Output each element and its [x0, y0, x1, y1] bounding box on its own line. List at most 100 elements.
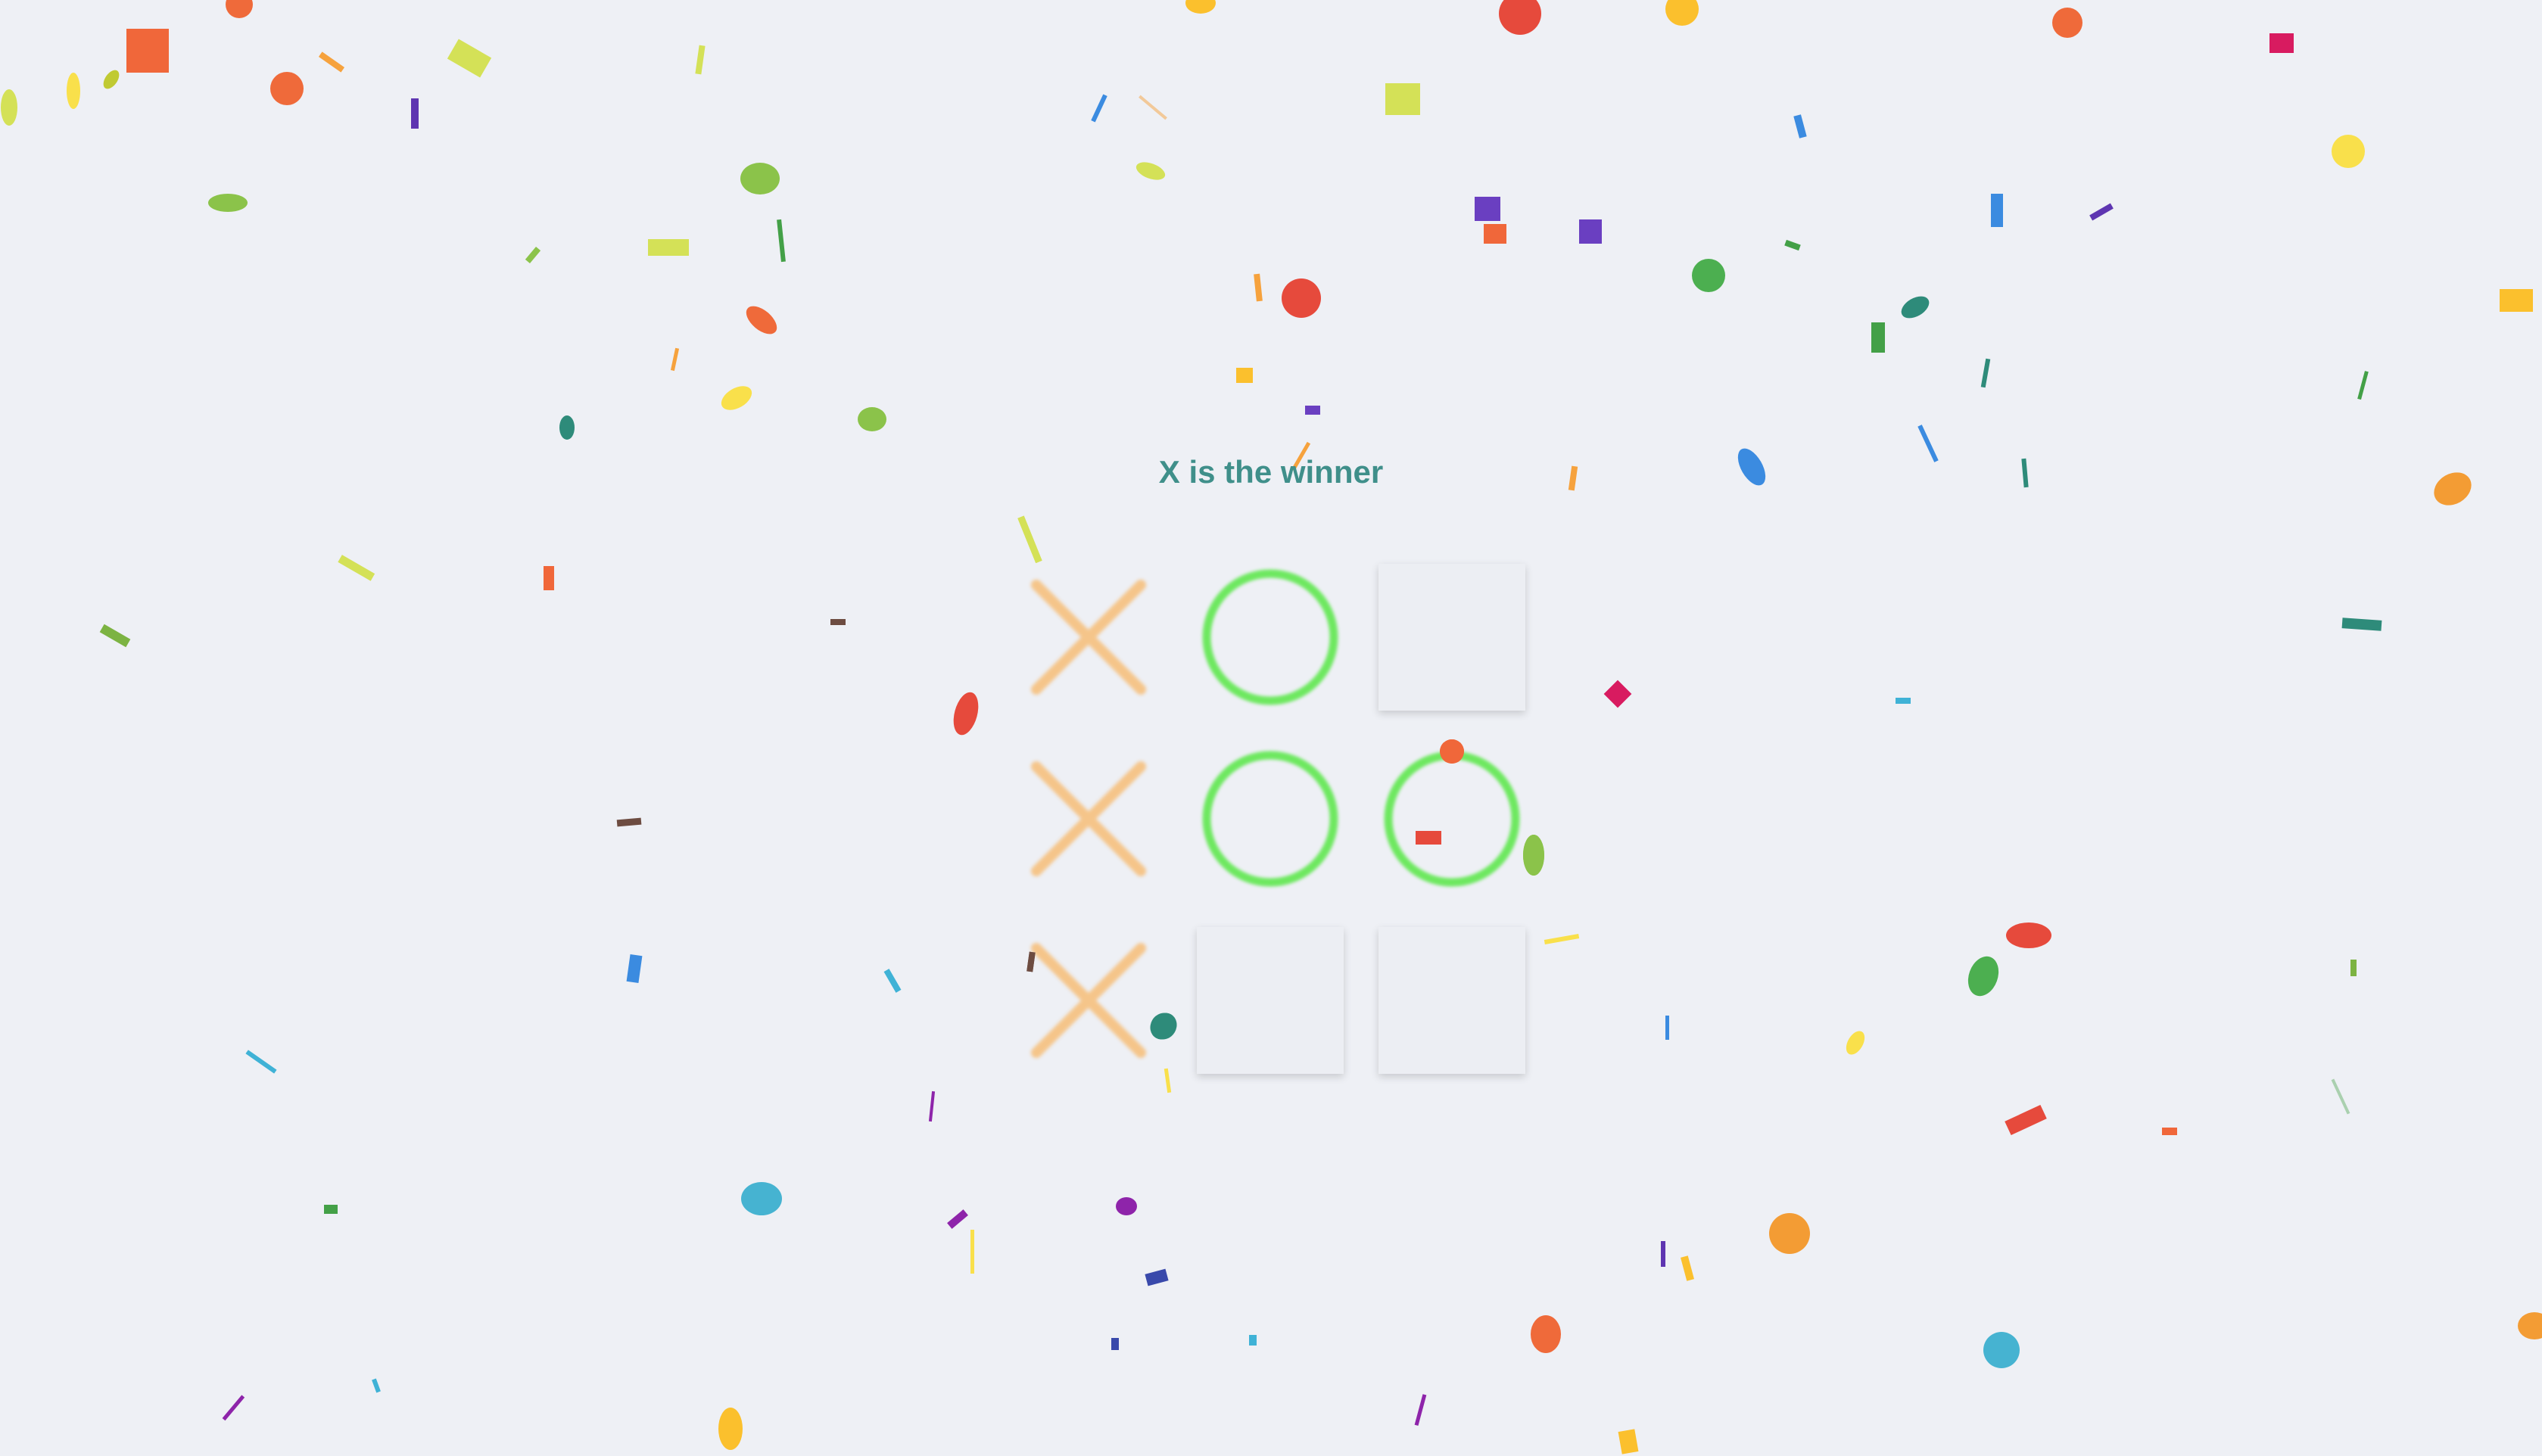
confetti-piece	[741, 1182, 782, 1215]
o-mark-icon	[1384, 751, 1520, 887]
confetti-piece	[2341, 618, 2382, 631]
winner-message: X is the winner	[1158, 454, 1384, 490]
confetti-piece	[2089, 203, 2114, 221]
confetti-piece	[928, 1090, 936, 1122]
confetti-piece	[1249, 1335, 1257, 1346]
confetti-piece	[1017, 515, 1042, 564]
confetti-piece	[525, 247, 541, 263]
confetti-piece	[559, 415, 575, 440]
board-cell-r1-c1[interactable]	[1015, 564, 1162, 711]
confetti-piece	[2332, 135, 2365, 168]
confetti-piece	[1414, 1394, 1427, 1426]
board-cell-r3-c2[interactable]	[1197, 927, 1344, 1074]
confetti-piece	[338, 555, 375, 581]
confetti-piece	[1769, 1213, 1810, 1254]
confetti-piece	[1871, 322, 1885, 353]
confetti-piece	[2350, 960, 2357, 976]
confetti-piece	[947, 1209, 968, 1229]
confetti-piece	[1185, 0, 1216, 14]
confetti-piece	[318, 51, 345, 73]
confetti-piece	[1236, 368, 1253, 383]
board-cell-r2-c3[interactable]	[1378, 745, 1525, 892]
confetti-piece	[1991, 194, 2003, 227]
game-board	[1015, 564, 1537, 1086]
confetti-piece	[777, 219, 786, 263]
confetti-piece	[67, 73, 80, 109]
board-cell-r2-c2[interactable]	[1197, 745, 1344, 892]
confetti-piece	[103, 70, 120, 89]
confetti-piece	[1385, 83, 1420, 115]
confetti-piece	[858, 407, 886, 431]
confetti-piece	[1793, 114, 1807, 138]
confetti-piece	[544, 566, 554, 590]
confetti-piece	[616, 817, 642, 827]
confetti-piece	[2269, 33, 2294, 53]
confetti-piece	[1282, 278, 1321, 318]
confetti-piece	[226, 0, 253, 18]
confetti-piece	[411, 98, 419, 129]
confetti-piece	[970, 1230, 974, 1274]
x-mark-icon	[1031, 761, 1146, 876]
x-mark-icon	[1031, 580, 1146, 695]
confetti-piece	[1983, 1332, 2020, 1368]
confetti-piece	[626, 954, 643, 983]
confetti-piece	[447, 39, 492, 78]
confetti-piece	[1091, 94, 1107, 123]
confetti-piece	[1254, 273, 1263, 302]
confetti-piece	[1135, 162, 1166, 180]
confetti-piece	[1692, 259, 1725, 292]
confetti-piece	[1681, 1255, 1694, 1281]
confetti-piece	[2331, 1078, 2350, 1115]
confetti-piece	[670, 347, 680, 372]
confetti-piece	[1665, 0, 1699, 26]
confetti-piece	[718, 1408, 743, 1450]
confetti-piece	[1618, 1429, 1639, 1454]
confetti-piece	[1145, 1268, 1169, 1286]
confetti-piece	[953, 692, 979, 736]
confetti-piece	[1499, 0, 1541, 35]
board-cell-r3-c3[interactable]	[1378, 927, 1525, 1074]
board-cell-r3-c1[interactable]	[1015, 927, 1162, 1074]
confetti-piece	[2052, 8, 2083, 38]
confetti-piece	[1661, 1241, 1665, 1267]
confetti-piece	[1665, 1016, 1669, 1040]
confetti-piece	[740, 163, 780, 194]
confetti-piece	[2006, 922, 2051, 948]
confetti-piece	[208, 194, 248, 212]
board-cell-r2-c1[interactable]	[1015, 745, 1162, 892]
confetti-piece	[1579, 219, 1602, 244]
confetti-piece	[2357, 371, 2369, 400]
confetti-piece	[883, 969, 902, 993]
confetti-piece	[1531, 1315, 1561, 1353]
confetti-piece	[1544, 934, 1580, 944]
o-mark-icon	[1202, 569, 1338, 705]
confetti-piece	[721, 386, 752, 410]
confetti-piece	[695, 45, 706, 75]
confetti-piece	[1784, 239, 1801, 251]
confetti-piece	[1484, 224, 1506, 244]
game-page: X is the winner	[0, 0, 2542, 1456]
confetti-piece	[372, 1378, 381, 1393]
confetti-piece	[1846, 1031, 1865, 1055]
board-cell-r1-c3[interactable]	[1378, 564, 1525, 711]
game-status: X is the winner	[0, 454, 2542, 490]
confetti-piece	[1305, 406, 1320, 415]
confetti-piece	[2518, 1312, 2542, 1339]
confetti-piece	[1139, 95, 1167, 120]
confetti-piece	[222, 1395, 245, 1421]
x-mark-icon	[1031, 943, 1146, 1058]
confetti-piece	[1111, 1338, 1119, 1350]
confetti-piece	[1901, 296, 1930, 319]
confetti-piece	[1475, 197, 1500, 221]
o-mark-icon	[1202, 751, 1338, 887]
confetti-piece	[2005, 1104, 2047, 1136]
board-cell-r1-c2[interactable]	[1197, 564, 1344, 711]
confetti-piece	[1017, 515, 1042, 564]
confetti-piece	[1116, 1197, 1137, 1215]
confetti-piece	[324, 1205, 338, 1214]
confetti-piece	[2162, 1128, 2177, 1135]
confetti-piece	[245, 1050, 277, 1074]
confetti-piece	[99, 624, 131, 648]
confetti-piece	[126, 29, 169, 73]
confetti-piece	[830, 619, 846, 625]
